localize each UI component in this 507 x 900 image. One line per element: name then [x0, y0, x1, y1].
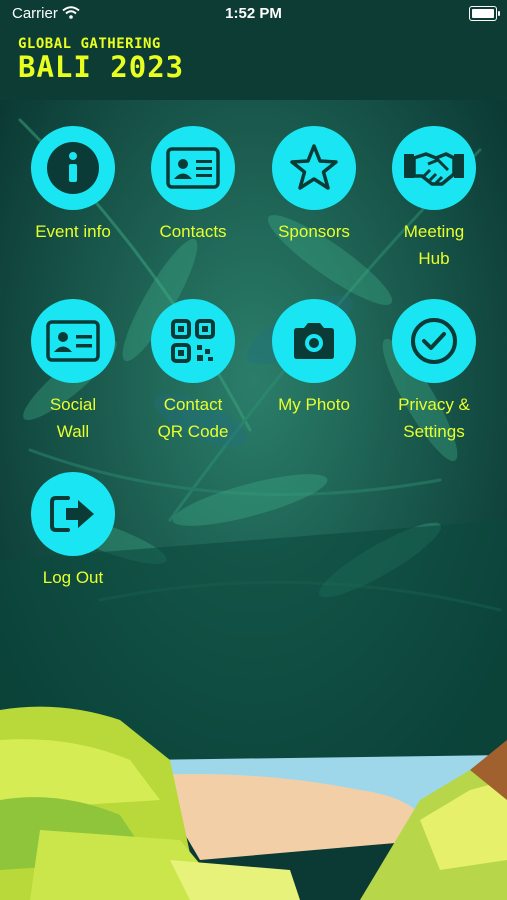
event-info-button[interactable]: Event info: [13, 126, 133, 245]
check-circle-icon: [411, 318, 457, 364]
sponsors-button[interactable]: Sponsors: [254, 126, 374, 245]
battery-icon: [469, 6, 500, 21]
star-icon: [290, 144, 338, 190]
profile-card-icon: [46, 320, 100, 362]
my-photo-circle: [272, 299, 356, 383]
logout-icon: [50, 496, 94, 532]
log-out-circle: [31, 472, 115, 556]
contact-qr-code-label: Contact QR Code: [157, 395, 229, 441]
social-wall-circle: [31, 299, 115, 383]
contacts-label: Contacts: [159, 222, 227, 241]
privacy-settings-label: Privacy & Settings: [398, 395, 470, 441]
meeting-hub-label: Meeting Hub: [403, 222, 465, 268]
contacts-circle: [151, 126, 235, 210]
handshake-icon: [404, 152, 464, 186]
qr-code-icon: [171, 319, 215, 363]
info-icon: [47, 142, 99, 194]
event-info-circle: [31, 126, 115, 210]
meeting-hub-circle: [392, 126, 476, 210]
event-logo: GLOBAL GATHERING BALI 2023: [18, 36, 184, 82]
sponsors-label: Sponsors: [278, 222, 350, 241]
header-bar: Carrier 1:52 PM GLOBAL GATHERING BALI 20…: [0, 0, 507, 100]
social-wall-button[interactable]: Social Wall: [13, 299, 133, 445]
privacy-settings-circle: [392, 299, 476, 383]
app-screen: Carrier 1:52 PM GLOBAL GATHERING BALI 20…: [0, 0, 507, 900]
contact-qr-code-circle: [151, 299, 235, 383]
sponsors-circle: [272, 126, 356, 210]
my-photo-label: My Photo: [278, 395, 350, 414]
id-card-icon: [166, 147, 220, 189]
privacy-settings-button[interactable]: Privacy & Settings: [374, 299, 494, 445]
status-time: 1:52 PM: [225, 5, 282, 22]
meeting-hub-button[interactable]: Meeting Hub: [374, 126, 494, 272]
event-info-label: Event info: [35, 222, 111, 241]
log-out-label: Log Out: [42, 568, 104, 587]
social-wall-label: Social Wall: [49, 395, 97, 441]
logo-title-line2: BALI 2023: [18, 50, 185, 84]
log-out-button[interactable]: Log Out: [13, 472, 133, 591]
contacts-button[interactable]: Contacts: [133, 126, 253, 245]
my-photo-button[interactable]: My Photo: [254, 299, 374, 418]
camera-icon: [294, 323, 334, 359]
contact-qr-code-button[interactable]: Contact QR Code: [133, 299, 253, 445]
